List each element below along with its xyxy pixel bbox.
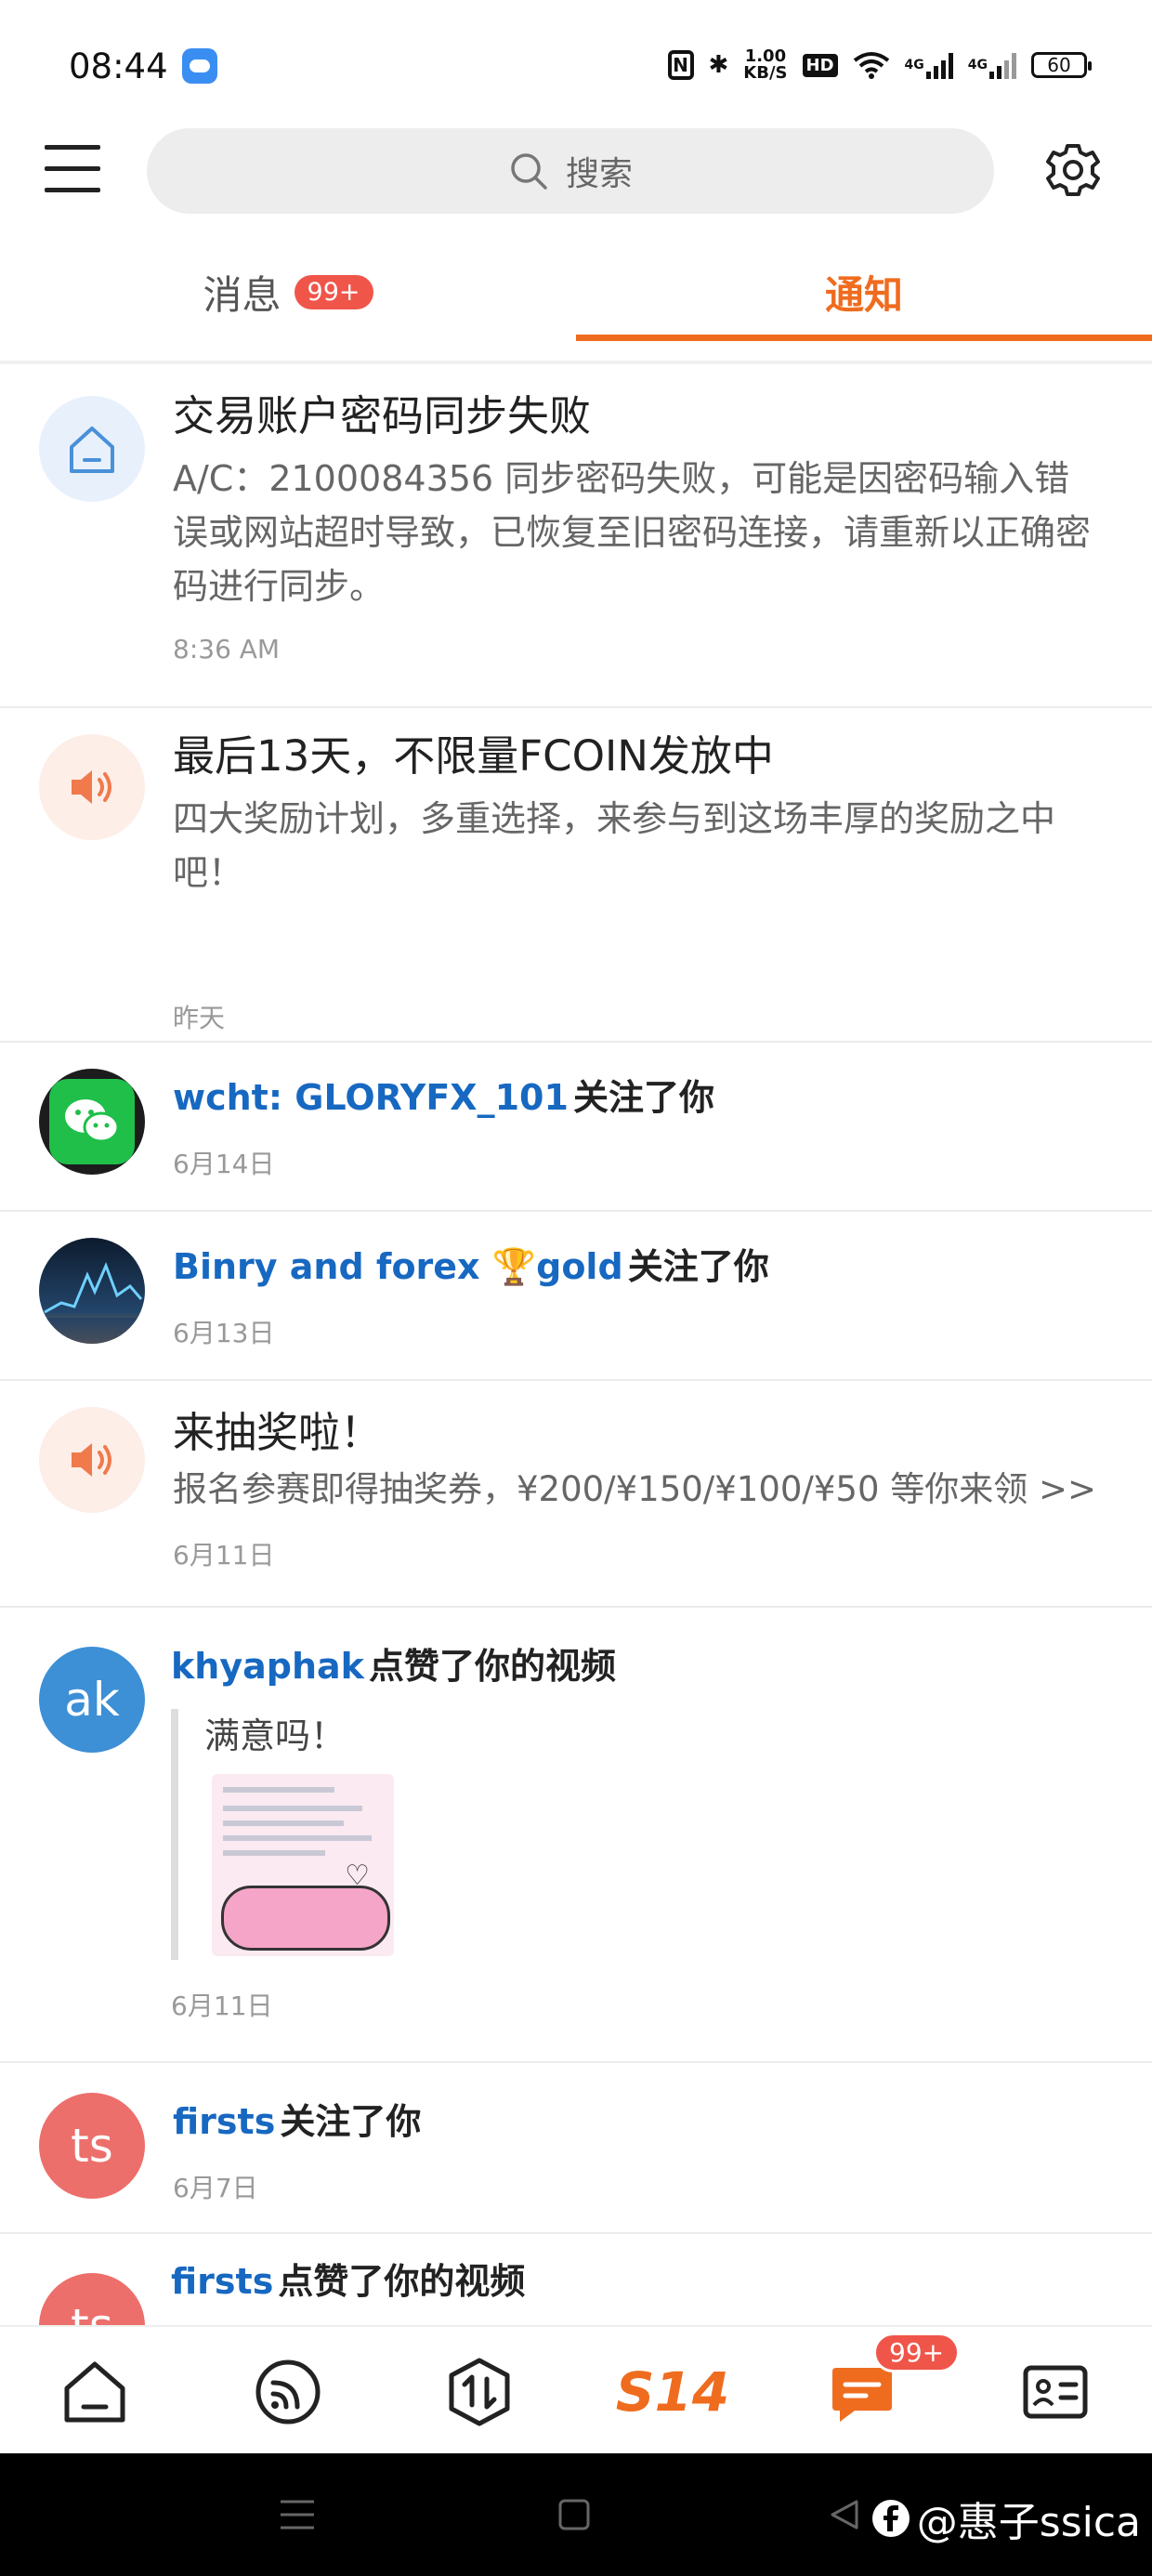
quoted-video[interactable]: 满意吗！ ♡: [171, 1709, 1104, 1960]
active-tab-indicator: [576, 335, 1152, 341]
tab-notifications-label: 通知: [824, 271, 903, 318]
tab-messages[interactable]: 消息 99+: [0, 243, 576, 340]
notification-action: 点赞了你的视频: [369, 1646, 617, 1687]
notification-item[interactable]: 交易账户密码同步失败 A/C：2100084356 同步密码失败，可能是因密码输…: [0, 364, 1152, 708]
home-system-icon: [39, 396, 145, 502]
user-avatar: ak: [39, 1647, 145, 1753]
notification-item[interactable]: 来抽奖啦！ 报名参赛即得抽奖券，¥200/¥150/¥100/¥50 等你来领 …: [0, 1381, 1152, 1608]
trade-tab-icon[interactable]: [442, 2355, 517, 2429]
tab-messages-label: 消息: [203, 271, 281, 318]
notification-action: 关注了你: [573, 1077, 715, 1118]
battery-icon: 60: [1031, 52, 1092, 78]
user-avatar: ts: [39, 2273, 145, 2325]
nfc-icon: N: [667, 50, 694, 80]
quote-text: 满意吗！: [204, 1715, 347, 1756]
notification-time: 6月11日: [171, 1991, 273, 2021]
signal-2-icon: 4G: [968, 51, 1016, 79]
notification-item[interactable]: Binry and forex 🏆gold 关注了你 6月13日: [0, 1212, 1152, 1381]
facebook-icon: [871, 2500, 910, 2537]
weather-icon: [182, 48, 217, 84]
notification-action: 关注了你: [627, 1246, 769, 1287]
user-name-link[interactable]: Binry and forex 🏆gold: [173, 1246, 623, 1287]
home-tab-icon[interactable]: [58, 2355, 132, 2429]
messages-badge: 99+: [294, 274, 373, 309]
recent-apps-icon[interactable]: [279, 2498, 316, 2531]
home-button-icon[interactable]: [557, 2498, 591, 2531]
wifi-icon: [853, 51, 890, 79]
notification-title: 交易账户密码同步失败: [173, 391, 592, 440]
user-name-link[interactable]: wcht: GLORYFX_101: [173, 1077, 569, 1118]
watermark: @惠子ssica: [871, 2489, 1141, 2548]
notification-item[interactable]: wcht: GLORYFX_101 关注了你 6月14日: [0, 1043, 1152, 1212]
bottom-navigation: S14: [0, 2325, 1152, 2455]
notification-time: 6月14日: [173, 1149, 275, 1179]
menu-icon[interactable]: [45, 143, 100, 195]
network-speed: 1.00 KB/S: [743, 46, 788, 83]
user-name-link[interactable]: firsts: [173, 2101, 275, 2142]
messages-nav-badge: 99+: [873, 2333, 961, 2372]
notification-item[interactable]: ts firsts 关注了你 6月7日: [0, 2063, 1152, 2234]
notification-body: 四大奖励计划，多重选择，来参与到这场丰厚的奖励之中吧！: [173, 798, 1056, 893]
feed-tab-icon[interactable]: [251, 2355, 325, 2429]
user-avatar: [39, 1238, 145, 1344]
notification-time: 8:36 AM: [173, 634, 281, 664]
hd-icon: HD: [802, 53, 838, 77]
status-time: 08:44: [69, 46, 168, 86]
user-name-link[interactable]: khyaphak: [171, 1646, 364, 1687]
notification-item[interactable]: ts firsts 点赞了你的视频: [0, 2234, 1152, 2325]
notification-time: 6月11日: [173, 1540, 275, 1571]
user-avatar: ts: [39, 2093, 145, 2199]
notification-item[interactable]: ak khyaphak 点赞了你的视频 满意吗！ ♡ 6月11日: [0, 1608, 1152, 2063]
notification-action: 点赞了你的视频: [278, 2261, 526, 2302]
status-icons: N ✱ 1.00 KB/S HD 4G 4G 60: [667, 46, 1092, 83]
notification-time: 6月13日: [173, 1318, 275, 1348]
notification-title: 来抽奖啦！: [173, 1408, 383, 1457]
notification-title: 最后13天，不限量FCOIN发放中: [173, 731, 774, 781]
speaker-announcement-icon: [39, 1407, 145, 1513]
user-name-link[interactable]: firsts: [171, 2261, 273, 2302]
search-placeholder: 搜索: [565, 155, 633, 193]
tab-notifications[interactable]: 通知: [576, 243, 1152, 340]
notification-time: 昨天: [173, 1003, 226, 1033]
s14-logo-tab[interactable]: S14: [616, 2355, 730, 2429]
search-bar[interactable]: 搜索: [147, 128, 994, 214]
notification-time: 6月7日: [173, 2173, 258, 2203]
search-icon: [511, 153, 547, 190]
notification-body[interactable]: 报名参赛即得抽奖券，¥200/¥150/¥100/¥50 等你来领 >>: [173, 1463, 1104, 1517]
profile-card-tab-icon[interactable]: [1018, 2355, 1093, 2429]
notification-item[interactable]: 最后13天，不限量FCOIN发放中 四大奖励计划，多重选择，来参与到这场丰厚的奖…: [0, 708, 1152, 1043]
bluetooth-icon: ✱: [708, 51, 729, 79]
settings-gear-icon[interactable]: [1044, 141, 1102, 199]
notification-action: 关注了你: [280, 2101, 422, 2142]
notification-body: A/C：2100084356 同步密码失败，可能是因密码输入错误或网站超时导致，…: [173, 458, 1092, 607]
wechat-avatar: [39, 1069, 145, 1175]
back-button-icon[interactable]: [827, 2498, 860, 2531]
speaker-announcement-icon: [39, 734, 145, 840]
signal-1-icon: 4G: [905, 51, 953, 79]
video-thumbnail[interactable]: ♡: [212, 1774, 394, 1956]
